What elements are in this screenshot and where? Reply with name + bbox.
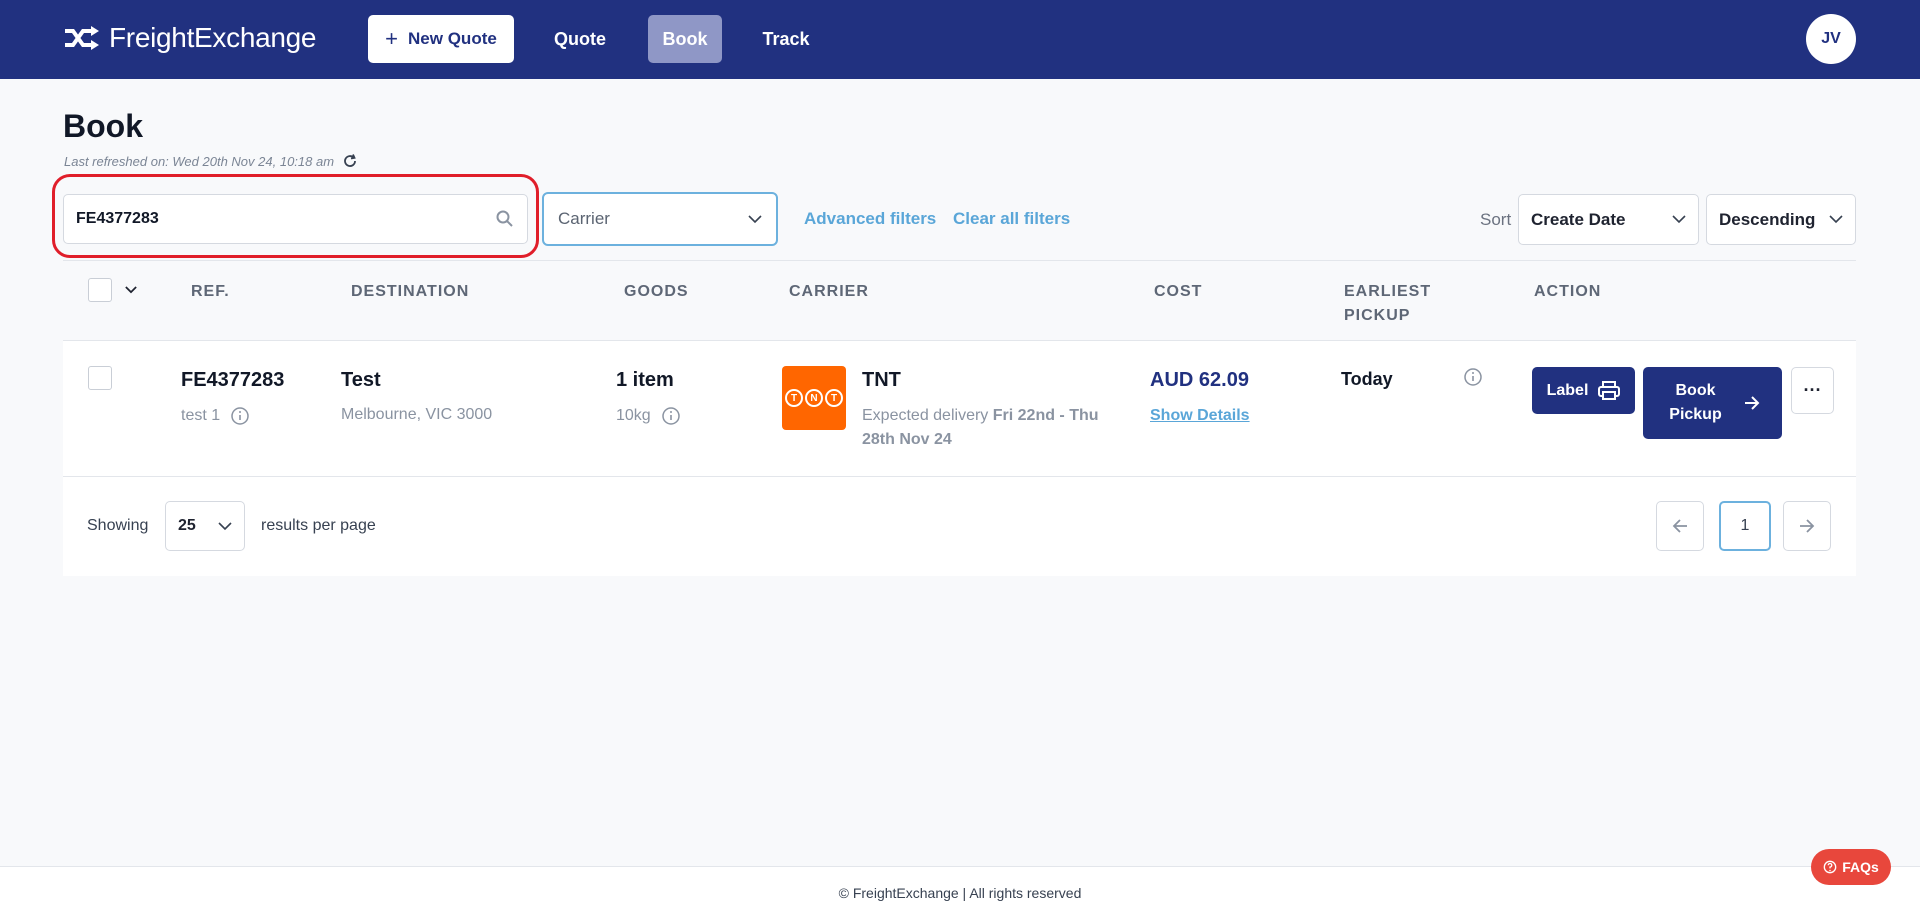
sort-label: Sort (1480, 210, 1512, 229)
header-earliest-pickup-line2: PICKUP (1344, 307, 1411, 324)
chevron-down-icon (1672, 215, 1686, 224)
book-pickup-button[interactable]: Book Pickup (1643, 367, 1782, 439)
row-ref: FE4377283 (181, 369, 285, 391)
per-page-value: 25 (178, 517, 196, 534)
row-goods-weight-text: 10kg (616, 407, 651, 424)
more-actions-button[interactable]: ··· (1791, 367, 1834, 414)
last-refreshed-text: Last refreshed on: Wed 20th Nov 24, 10:1… (64, 153, 335, 169)
nav-track[interactable]: Track (750, 15, 822, 63)
faqs-label: FAQs (1842, 859, 1879, 875)
expected-delivery-label: Expected delivery (862, 407, 989, 424)
showing-label: Showing (87, 517, 149, 534)
carrier-placeholder: Carrier (558, 209, 610, 228)
book-pickup-text: Book Pickup (1669, 382, 1722, 423)
info-icon[interactable] (661, 406, 681, 426)
row-earliest-pickup: Today (1341, 369, 1393, 389)
row-carrier-name: TNT (862, 369, 901, 391)
plus-icon: + (385, 26, 399, 51)
row-expected-delivery: Expected delivery Fri 22nd - Thu 28th No… (862, 404, 1102, 452)
table-header: REF. DESTINATION GOODS CARRIER COST EARL… (63, 260, 1856, 341)
page-number-button[interactable]: 1 (1719, 501, 1771, 551)
previous-page-button[interactable] (1656, 501, 1704, 551)
user-avatar[interactable]: JV (1806, 14, 1856, 64)
row-destination-address: Melbourne, VIC 3000 (341, 406, 492, 424)
top-navigation-bar: FreightExchange + New Quote Quote Book T… (0, 0, 1920, 79)
tnt-carrier-logo: T N T (782, 366, 846, 430)
table-row: FE4377283 test 1 Test Melbourne, VIC 300… (63, 341, 1856, 477)
chevron-down-icon[interactable] (125, 286, 137, 294)
row-ref-sub: test 1 (181, 406, 250, 426)
pagination-bar: Showing 25 results per page 1 (63, 477, 1856, 576)
brand-logo[interactable]: FreightExchange (63, 22, 316, 54)
chevron-down-icon (748, 214, 762, 223)
sort-order-select[interactable]: Descending (1706, 194, 1856, 245)
footer: © FreightExchange | All rights reserved (0, 866, 1920, 919)
arrow-right-icon (1800, 519, 1815, 533)
header-cost: COST (1154, 283, 1203, 300)
search-field[interactable] (63, 194, 528, 244)
faqs-button[interactable]: FAQs (1811, 849, 1891, 885)
page-title: Book (63, 108, 143, 144)
chevron-down-icon (218, 521, 232, 530)
header-goods: GOODS (624, 283, 689, 300)
last-refreshed: Last refreshed on: Wed 20th Nov 24, 10:1… (64, 153, 358, 169)
header-earliest-pickup-line1: EARLIEST (1344, 283, 1432, 300)
show-details-link[interactable]: Show Details (1150, 407, 1250, 425)
refresh-icon[interactable] (342, 153, 358, 169)
row-goods-weight: 10kg (616, 406, 681, 426)
search-icon[interactable] (495, 209, 515, 229)
row-destination-address-text: Melbourne, VIC 3000 (341, 406, 493, 423)
arrow-left-icon (1672, 519, 1687, 533)
header-carrier: CARRIER (789, 283, 869, 300)
row-goods: 1 item (616, 369, 674, 391)
results-per-page-label: results per page (261, 517, 376, 534)
brand-name: FreightExchange (109, 22, 317, 53)
per-page-select[interactable]: 25 (165, 501, 245, 551)
label-button[interactable]: Label (1532, 367, 1635, 414)
header-ref: REF. (191, 283, 230, 300)
sort-field-select[interactable]: Create Date (1518, 194, 1699, 245)
carrier-filter-select[interactable]: Carrier (542, 192, 778, 246)
freightexchange-logo-icon (65, 26, 99, 50)
printer-icon (1598, 380, 1621, 400)
tnt-logo-letter: N (805, 389, 823, 407)
tnt-logo-letter: T (825, 389, 843, 407)
row-cost: AUD 62.09 (1150, 369, 1249, 391)
chevron-down-icon (1829, 215, 1843, 224)
header-destination: DESTINATION (351, 283, 470, 300)
header-action: ACTION (1534, 283, 1602, 300)
sort-order-value: Descending (1719, 209, 1816, 229)
arrow-right-icon (1744, 396, 1759, 410)
info-icon[interactable] (230, 406, 250, 426)
search-input[interactable] (76, 210, 495, 228)
info-icon[interactable] (1463, 367, 1483, 387)
copyright-text: © FreightExchange | All rights reserved (838, 885, 1082, 901)
new-quote-label: New Quote (408, 29, 497, 48)
clear-all-filters-link[interactable]: Clear all filters (953, 209, 1070, 229)
nav-quote[interactable]: Quote (540, 15, 620, 63)
new-quote-button[interactable]: + New Quote (368, 15, 514, 63)
help-icon (1823, 860, 1837, 874)
advanced-filters-link[interactable]: Advanced filters (804, 209, 936, 229)
row-checkbox[interactable] (88, 366, 112, 390)
label-button-text: Label (1546, 381, 1589, 399)
sort-field-value: Create Date (1531, 209, 1626, 229)
row-ref-note: test 1 (181, 407, 221, 424)
select-all-checkbox[interactable] (88, 278, 112, 302)
row-destination: Test (341, 369, 381, 391)
tnt-logo-letter: T (785, 389, 803, 407)
next-page-button[interactable] (1783, 501, 1831, 551)
nav-book[interactable]: Book (648, 15, 722, 63)
